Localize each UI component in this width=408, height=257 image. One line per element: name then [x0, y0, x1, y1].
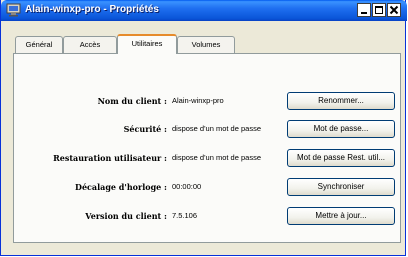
client-name-label: Nom du client : — [97, 96, 167, 106]
close-icon — [389, 5, 399, 15]
restore-password-button[interactable]: Mot de passe Rest. util... — [287, 149, 395, 167]
window-title: Alain-winxp-pro - Propriétés — [25, 4, 159, 15]
security-value: dispose d'un mot de passe — [172, 124, 261, 133]
user-restore-label: Restauration utilisateur : — [53, 153, 167, 163]
utilitaires-panel: Nom du client : Alain-winxp-pro Renommer… — [13, 53, 401, 243]
rename-button[interactable]: Renommer... — [287, 92, 395, 110]
tab-acces[interactable]: Accès — [63, 36, 117, 53]
close-button[interactable] — [387, 3, 401, 17]
server-properties-icon — [6, 3, 21, 17]
client-name-value: Alain-winxp-pro — [172, 96, 224, 105]
maximize-button[interactable] — [372, 3, 386, 17]
tab-general[interactable]: Général — [15, 36, 63, 53]
tab-utilitaires[interactable]: Utilitaires — [117, 34, 177, 54]
title-bar[interactable]: Alain-winxp-pro - Propriétés — [1, 0, 407, 21]
minimize-button[interactable] — [357, 3, 371, 17]
user-restore-value: dispose d'un mot de passe — [172, 153, 261, 162]
update-button[interactable]: Mettre à jour... — [287, 207, 395, 225]
tab-volumes[interactable]: Volumes — [177, 36, 235, 53]
clock-offset-value: 00:00:00 — [172, 182, 202, 191]
synchronize-button[interactable]: Synchroniser — [287, 178, 395, 196]
client-version-label: Version du client : — [85, 211, 167, 221]
client-version-value: 7.5.106 — [172, 211, 198, 220]
properties-window: Alain-winxp-pro - Propriétés Général Acc… — [0, 0, 407, 256]
security-label: Sécurité : — [123, 124, 167, 134]
password-button[interactable]: Mot de passe... — [287, 120, 395, 138]
clock-offset-label: Décalage d'horloge : — [75, 182, 167, 192]
